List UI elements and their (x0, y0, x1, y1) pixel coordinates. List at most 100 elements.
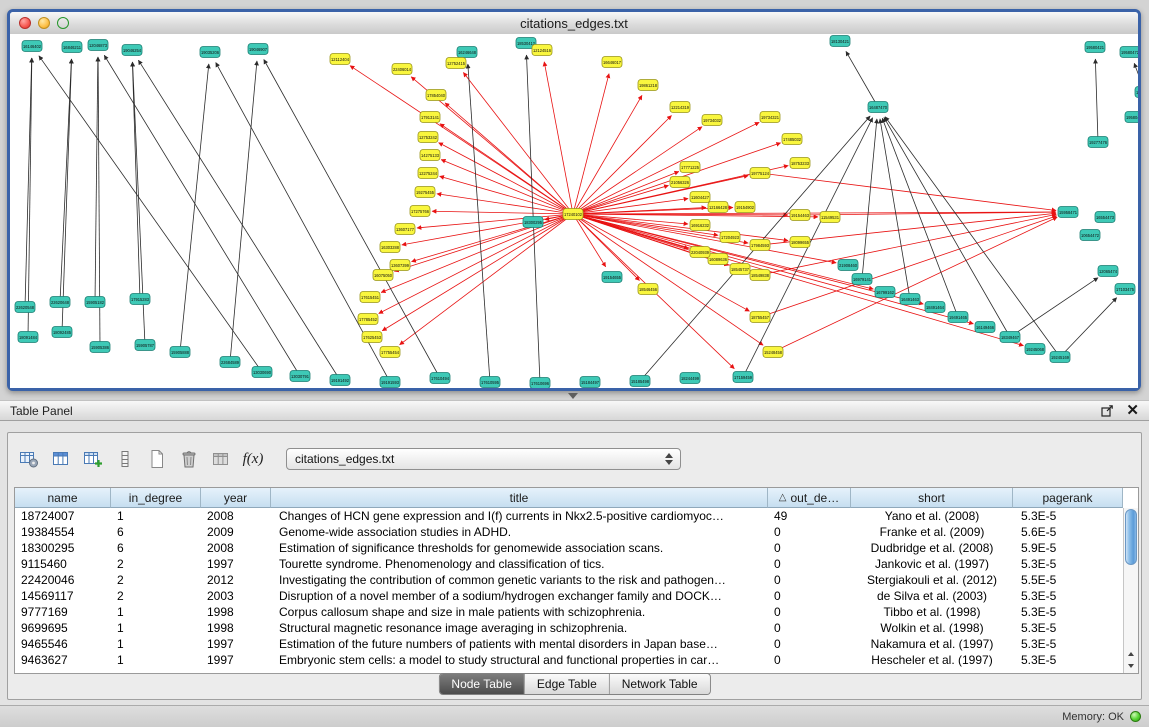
graph-node[interactable]: 19154463 (790, 210, 810, 221)
graph-edge[interactable] (1095, 59, 1098, 142)
cell-title[interactable]: Investigating the contribution of common… (271, 573, 768, 587)
cell-short[interactable]: Nakamura et al. (1997) (851, 637, 1013, 651)
cell-title[interactable]: Tourette syndrome. Phenomenology and cla… (271, 557, 768, 571)
graph-node[interactable]: 21056326 (670, 177, 690, 188)
graph-edge[interactable] (138, 60, 340, 380)
cell-pagerank[interactable]: 5.3E-5 (1013, 637, 1123, 651)
table-row[interactable]: 1830029562008Estimation of significance … (15, 540, 1123, 556)
graph-node[interactable]: 13607399 (390, 260, 410, 271)
cell-out_degree[interactable]: 0 (768, 557, 851, 571)
window-title-bar[interactable]: citations_edges.txt (10, 12, 1138, 35)
cell-in_degree[interactable]: 6 (111, 525, 201, 539)
cell-name[interactable]: 9115460 (15, 557, 111, 571)
cell-title[interactable]: Structural magnetic resonance image aver… (271, 621, 768, 635)
table-row[interactable]: 977716911998Corpus callosum shape and si… (15, 604, 1123, 620)
graph-node[interactable]: 15905787 (135, 340, 155, 351)
tab-node-table[interactable]: Node Table (439, 674, 524, 694)
cell-title[interactable]: Embryonic stem cells: a model to study s… (271, 653, 768, 667)
graph-node[interactable]: 18545737 (730, 264, 750, 275)
graph-node[interactable]: 16146402 (22, 41, 42, 52)
graph-node[interactable]: 17785452 (358, 314, 378, 325)
column-header-pagerank[interactable]: pagerank (1013, 488, 1123, 508)
cell-title[interactable]: Estimation of the future numbers of pati… (271, 637, 768, 651)
graph-node[interactable]: 16799162 (875, 287, 895, 298)
graph-node[interactable]: 19275455 (415, 187, 435, 198)
cell-year[interactable]: 2012 (201, 573, 271, 587)
graph-node[interactable]: 17204923 (720, 232, 740, 243)
graph-node[interactable]: 19580478 (1135, 87, 1138, 98)
cell-year[interactable]: 2009 (201, 525, 271, 539)
column-header-short[interactable]: short (851, 488, 1013, 508)
graph-node[interactable]: 19046907 (248, 44, 268, 55)
graph-node[interactable]: 18130421 (830, 36, 850, 47)
graph-node[interactable]: 19035206 (200, 47, 220, 58)
cell-in_degree[interactable]: 2 (111, 557, 201, 571)
split-pane-handle[interactable] (568, 393, 578, 399)
graph-node[interactable]: 16554473 (1095, 212, 1115, 223)
cell-out_degree[interactable]: 0 (768, 605, 851, 619)
graph-node[interactable]: 13030690 (252, 367, 272, 378)
graph-node[interactable]: 16491463 (900, 294, 920, 305)
cell-year[interactable]: 2008 (201, 509, 271, 523)
table-row[interactable]: 969969511998Structural magnetic resonanc… (15, 620, 1123, 636)
cell-name[interactable]: 9699695 (15, 621, 111, 635)
graph-node[interactable]: 22620548 (15, 302, 35, 313)
cell-pagerank[interactable]: 5.6E-5 (1013, 525, 1123, 539)
graph-node[interactable]: 16303288 (380, 242, 400, 253)
cell-pagerank[interactable]: 5.3E-5 (1013, 605, 1123, 619)
graph-node[interactable]: 18099655 (790, 237, 810, 248)
cell-short[interactable]: Tibbo et al. (1998) (851, 605, 1013, 619)
graph-node[interactable]: 17103475 (1115, 284, 1135, 295)
graph-node[interactable]: 17240102 (563, 209, 583, 220)
graph-node[interactable]: 16075050 (373, 270, 393, 281)
graph-node[interactable]: 16487470 (868, 102, 888, 113)
cell-title[interactable]: Corpus callosum shape and size in male p… (271, 605, 768, 619)
graph-node[interactable]: 12112404 (330, 54, 350, 65)
graph-node[interactable]: 15184497 (580, 377, 600, 388)
graph-edge[interactable] (25, 58, 32, 307)
graph-edge[interactable] (1060, 298, 1117, 357)
tab-network-table[interactable]: Network Table (609, 674, 710, 694)
close-panel-icon[interactable]: ✕ (1126, 405, 1139, 417)
graph-node[interactable]: 17755454 (380, 347, 400, 358)
table-row[interactable]: 911546021997Tourette syndrome. Phenomeno… (15, 556, 1123, 572)
graph-edge[interactable] (862, 119, 877, 279)
graph-node[interactable]: 22684589 (220, 357, 240, 368)
graph-edge[interactable] (463, 72, 573, 214)
graph-node[interactable]: 17913141 (420, 112, 440, 123)
cell-short[interactable]: Stergiakouli et al. (2012) (851, 573, 1013, 587)
zoom-window-button[interactable] (57, 17, 69, 29)
cell-title[interactable]: Changes of HCN gene expression and I(f) … (271, 509, 768, 523)
graph-node[interactable]: 19580477 (1125, 112, 1138, 123)
table-row[interactable]: 1938455462009Genome-wide association stu… (15, 524, 1123, 540)
graph-edge[interactable] (544, 62, 573, 214)
graph-edge[interactable] (439, 143, 573, 214)
graph-node[interactable]: 15905386 (90, 342, 110, 353)
cell-in_degree[interactable]: 6 (111, 541, 201, 555)
memory-status-indicator[interactable] (1130, 711, 1141, 722)
graph-node[interactable]: 19154655 (602, 272, 622, 283)
minimize-window-button[interactable] (38, 17, 50, 29)
cell-in_degree[interactable]: 2 (111, 589, 201, 603)
cell-short[interactable]: Dudbridge et al. (2008) (851, 541, 1013, 555)
graph-edge[interactable] (440, 176, 573, 214)
graph-node[interactable]: 17610696 (530, 378, 550, 389)
cell-pagerank[interactable]: 5.3E-5 (1013, 621, 1123, 635)
graph-node[interactable]: 19580472 (1120, 47, 1138, 58)
create-column-button[interactable] (80, 446, 106, 472)
graph-node[interactable]: 19775124 (750, 168, 770, 179)
cell-pagerank[interactable]: 5.3E-5 (1013, 653, 1123, 667)
cell-year[interactable]: 1997 (201, 557, 271, 571)
cell-title[interactable]: Disruption of a novel member of a sodium… (271, 589, 768, 603)
cell-in_degree[interactable]: 1 (111, 509, 201, 523)
graph-edge[interactable] (573, 214, 1023, 346)
graph-node[interactable]: 15958471 (1058, 207, 1078, 218)
graph-node[interactable]: 19861218 (638, 80, 658, 91)
graph-edge[interactable] (104, 55, 300, 376)
cell-out_degree[interactable]: 0 (768, 589, 851, 603)
cell-short[interactable]: de Silva et al. (2003) (851, 589, 1013, 603)
cell-name[interactable]: 19384554 (15, 525, 111, 539)
graph-node[interactable]: 19491465 (948, 312, 968, 323)
graph-node[interactable]: 13030791 (290, 371, 310, 382)
graph-edge[interactable] (440, 124, 573, 214)
